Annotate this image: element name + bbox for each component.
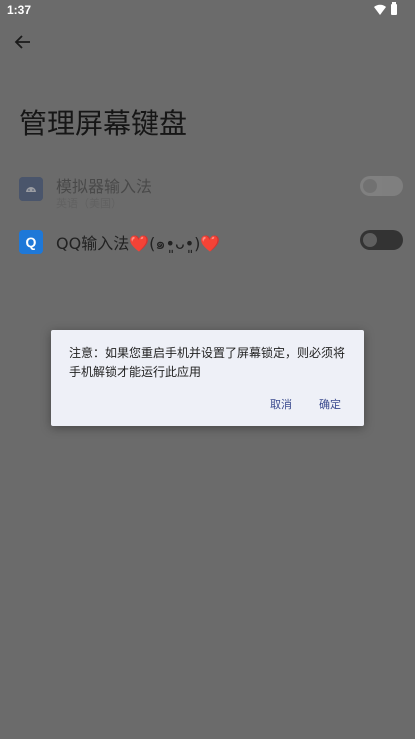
keyboard-name: 模拟器输入法 [56,177,153,196]
keyboard-item-emulator[interactable]: 模拟器输入法 英语（美国） [0,170,415,218]
cancel-button[interactable]: 取消 [270,396,292,412]
keyboard-language: 英语（美国） [56,197,122,210]
keyboard-toggle-qq[interactable] [360,230,403,250]
qq-ime-icon: Q [19,230,43,254]
android-keyboard-icon [19,177,43,201]
toggle-knob [363,233,377,247]
page-title: 管理屏幕键盘 [19,107,188,140]
status-icons [374,2,397,15]
status-time: 1:37 [7,3,32,17]
ok-button[interactable]: 确定 [319,396,341,412]
battery-icon [391,2,397,15]
back-arrow-icon[interactable] [12,31,34,53]
warning-dialog: 注意：如果您重启手机并设置了屏幕锁定，则必须将手机解锁才能运行此应用 取消 确定 [51,330,364,426]
keyboard-item-qq[interactable]: Q QQ输入法❤️(๑•͈ᴗ•͈)❤️ [0,228,415,276]
dialog-message: 注意：如果您重启手机并设置了屏幕锁定，则必须将手机解锁才能运行此应用 [69,346,346,379]
keyboard-toggle-emulator[interactable] [360,176,403,196]
wifi-icon [374,4,386,15]
status-bar: 1:37 [0,0,415,20]
qq-icon-letter: Q [26,234,37,250]
keyboard-name: QQ输入法❤️(๑•͈ᴗ•͈)❤️ [56,234,221,253]
toggle-knob [363,179,377,193]
